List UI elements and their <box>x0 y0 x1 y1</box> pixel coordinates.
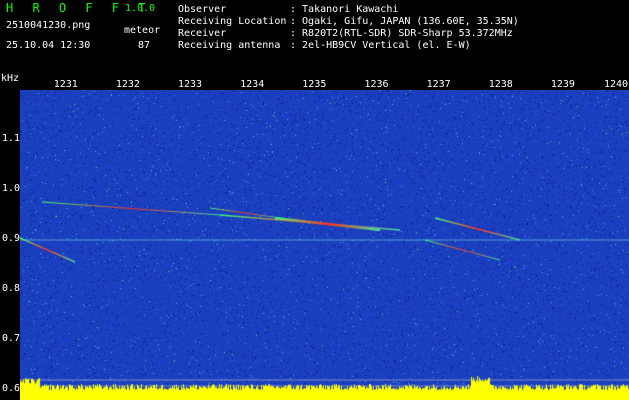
meta-key: Receiver <box>178 28 227 39</box>
meta-value: : 2el-HB9CV Vertical (el. E-W) <box>290 40 471 51</box>
y-tick-label: 1.1 <box>2 133 21 144</box>
meteor-label: meteor <box>124 25 161 36</box>
file-name: 2510041230.png <box>6 20 91 31</box>
meta-key: Receiving Location <box>178 16 287 27</box>
y-tick-label: 0.7 <box>2 333 21 344</box>
spectrogram[interactable] <box>20 90 629 400</box>
y-axis-unit: kHz <box>1 73 20 84</box>
meta-antenna: Receiving antenna : 2el-HB9CV Vertical (e… <box>178 40 471 51</box>
y-tick-label: 0.9 <box>2 233 21 244</box>
meta-location: Receiving Location: Ogaki, Gifu, JAPAN (… <box>178 16 519 27</box>
meta-receiver: Receiver : R820T2(RTL-SDR) SDR-Sharp 53.3… <box>178 28 513 39</box>
capture-datetime: 25.10.04 12:30 <box>6 40 91 51</box>
meta-value: : R820T2(RTL-SDR) SDR-Sharp 53.372MHz <box>290 28 513 39</box>
meta-key: Receiving antenna <box>178 40 281 51</box>
meta-value: : Takanori Kawachi <box>290 4 399 15</box>
meta-key: Observer <box>178 4 227 15</box>
meteor-count: 87 <box>138 40 151 51</box>
meta-observer: Observer : Takanori Kawachi <box>178 4 398 15</box>
header-panel: H R O F F T 1.0.0 2510041230.png meteor … <box>0 0 629 72</box>
y-tick-label: 1.0 <box>2 183 21 194</box>
y-tick-label: 0.8 <box>2 283 21 294</box>
meta-value: : Ogaki, Gifu, JAPAN (136.60E, 35.35N) <box>290 16 519 27</box>
app-version: 1.0.0 <box>125 3 156 14</box>
y-tick-label: 0.6 <box>2 383 21 394</box>
